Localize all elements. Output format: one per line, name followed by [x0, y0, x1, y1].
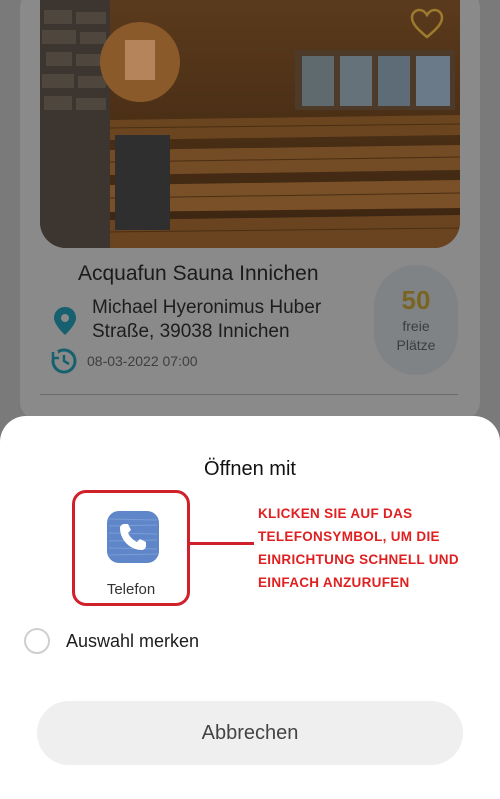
app-label-telefon: Telefon — [106, 581, 156, 598]
sheet-title: Öffnen mit — [204, 458, 296, 480]
location-pin-icon — [54, 307, 76, 335]
annotation-connector-line — [190, 542, 254, 545]
free-spots-count: 50 — [401, 285, 431, 315]
address-line-2: Straße, 39038 Innichen — [92, 321, 290, 342]
app-option-telefon[interactable]: Telefon — [72, 490, 190, 606]
remember-choice-radio[interactable] — [24, 628, 50, 654]
free-spots-label-1: freie — [402, 318, 430, 334]
sauna-photo — [40, 0, 460, 248]
instruction-annotation: KLICKEN SIE AUF DAS TELEFONSYMBOL, UM DI… — [258, 506, 459, 590]
card-divider — [40, 394, 458, 395]
open-with-sheet: Öffnen mit Telefon KLICKEN SIE AUF DAS T… — [0, 416, 500, 799]
free-spots-label-2: Plätze — [396, 337, 436, 353]
favorite-heart-icon[interactable] — [410, 8, 444, 40]
listing-datetime: 08-03-2022 07:00 — [87, 353, 198, 369]
listing-address: Michael Hyeronimus Huber Straße, 39038 I… — [92, 296, 321, 344]
phone-icon — [107, 511, 159, 563]
clock-history-icon — [50, 348, 77, 374]
remember-choice-label: Auswahl merken — [66, 630, 200, 651]
free-spots-badge: 50 freie Plätze — [374, 265, 458, 375]
remember-choice-option[interactable]: Auswahl merken — [24, 628, 199, 654]
cancel-button[interactable]: Abbrechen — [37, 701, 463, 765]
address-line-1: Michael Hyeronimus Huber — [92, 297, 322, 318]
